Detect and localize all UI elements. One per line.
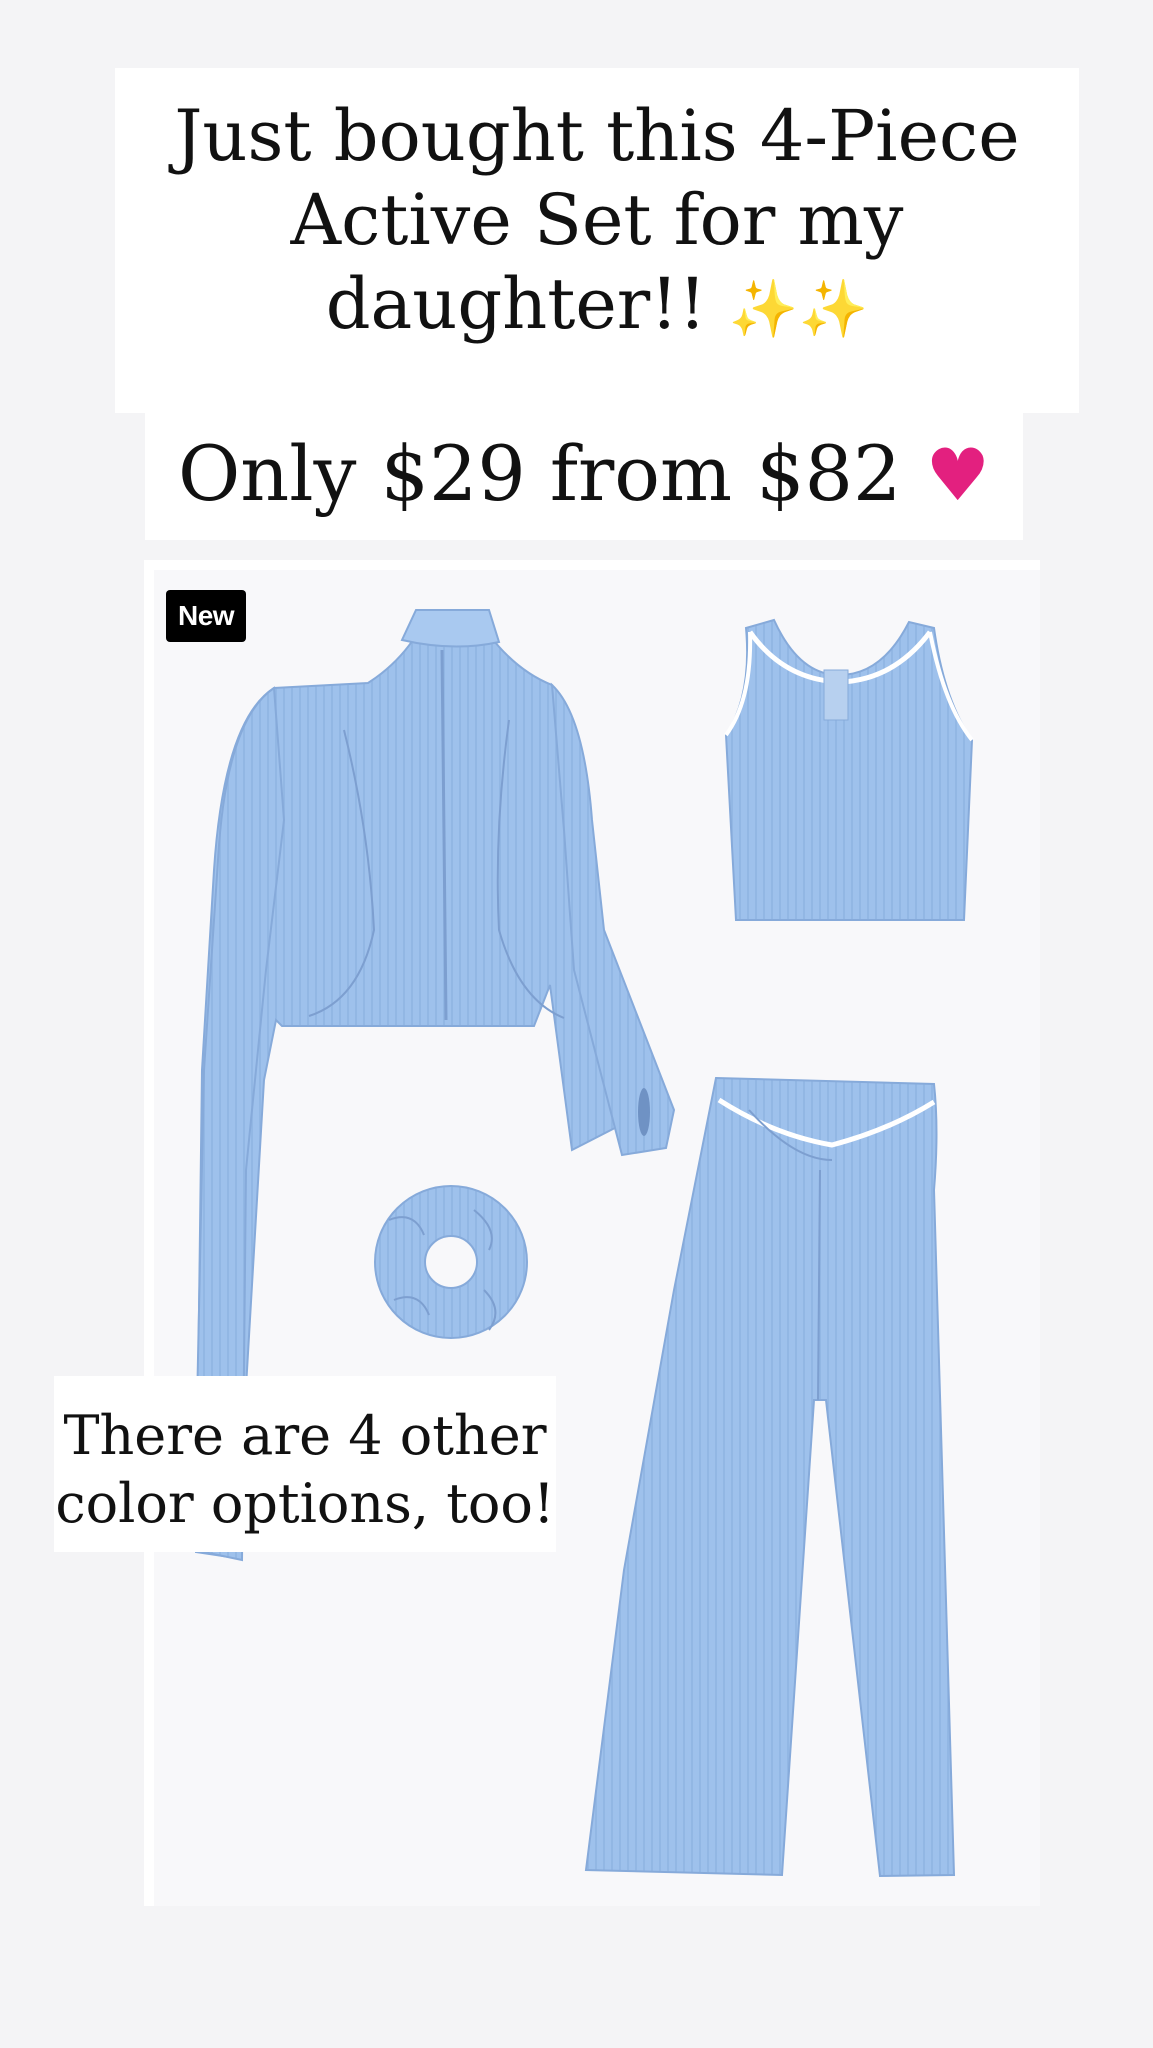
headline-caption: Just bought this 4-Piece Active Set for … — [115, 68, 1079, 413]
note-line-2: color options, too! — [55, 1471, 555, 1535]
headline-line-1: Just bought this 4-Piece — [174, 95, 1020, 177]
sparkles-icon: ✨✨ — [728, 277, 869, 342]
product-illustration — [192, 609, 974, 1878]
headline-line-3: daughter!! ✨✨ — [115, 262, 1079, 346]
new-badge: New — [166, 590, 247, 642]
story-canvas: Just bought this 4-Piece Active Set for … — [0, 0, 1153, 2048]
pink-heart-icon: ♥ — [925, 433, 991, 517]
leggings-icon — [584, 1076, 956, 1878]
color-options-caption: There are 4 other color options, too! — [54, 1376, 556, 1552]
headline-line-3-text: daughter!! — [325, 263, 707, 345]
product-image-card[interactable]: New — [144, 560, 1040, 1906]
note-line-1: There are 4 other — [63, 1404, 547, 1467]
price-caption: Only $29 from $82 ♥ — [145, 410, 1023, 540]
headline-line-2: Active Set for my — [290, 179, 904, 261]
price-text: Only $29 from $82 — [177, 429, 902, 518]
tank-top-icon — [724, 618, 974, 921]
scrunchie-icon — [374, 1185, 528, 1339]
